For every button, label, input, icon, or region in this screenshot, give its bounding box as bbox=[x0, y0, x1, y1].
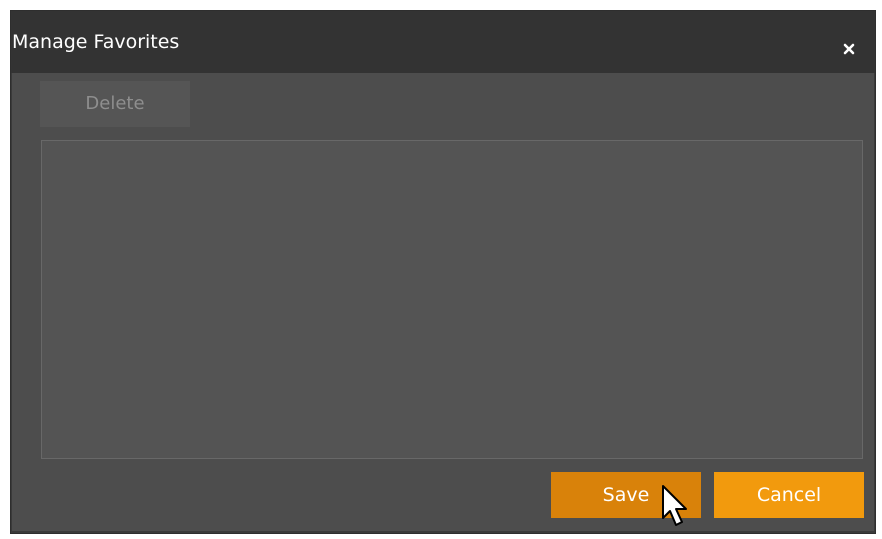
dialog-title: Manage Favorites bbox=[12, 31, 180, 53]
close-icon[interactable] bbox=[843, 40, 855, 55]
manage-favorites-dialog: Manage Favorites Delete Save Cancel bbox=[10, 10, 876, 534]
favorites-list[interactable] bbox=[41, 140, 863, 459]
delete-button[interactable]: Delete bbox=[40, 81, 190, 127]
cancel-button[interactable]: Cancel bbox=[714, 472, 864, 518]
dialog-titlebar: Manage Favorites bbox=[11, 11, 875, 73]
dialog-body: Delete Save Cancel bbox=[12, 73, 874, 531]
save-button[interactable]: Save bbox=[551, 472, 701, 518]
